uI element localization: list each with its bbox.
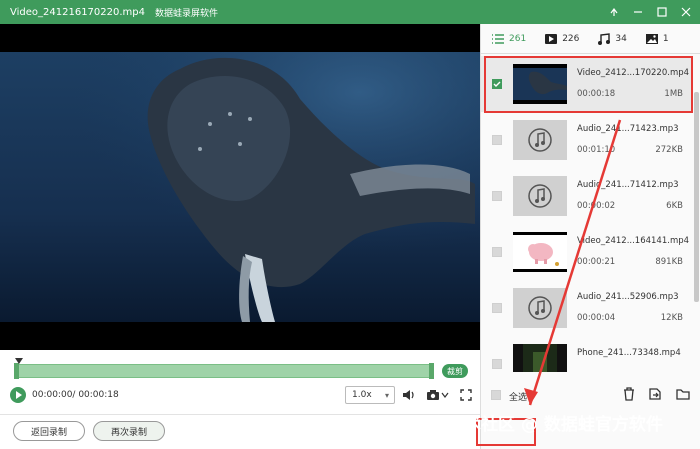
annotation-arrow: [524, 119, 622, 406]
watermark-text: 掘金技术社区 @ 数据蛙官方软件: [413, 415, 663, 435]
